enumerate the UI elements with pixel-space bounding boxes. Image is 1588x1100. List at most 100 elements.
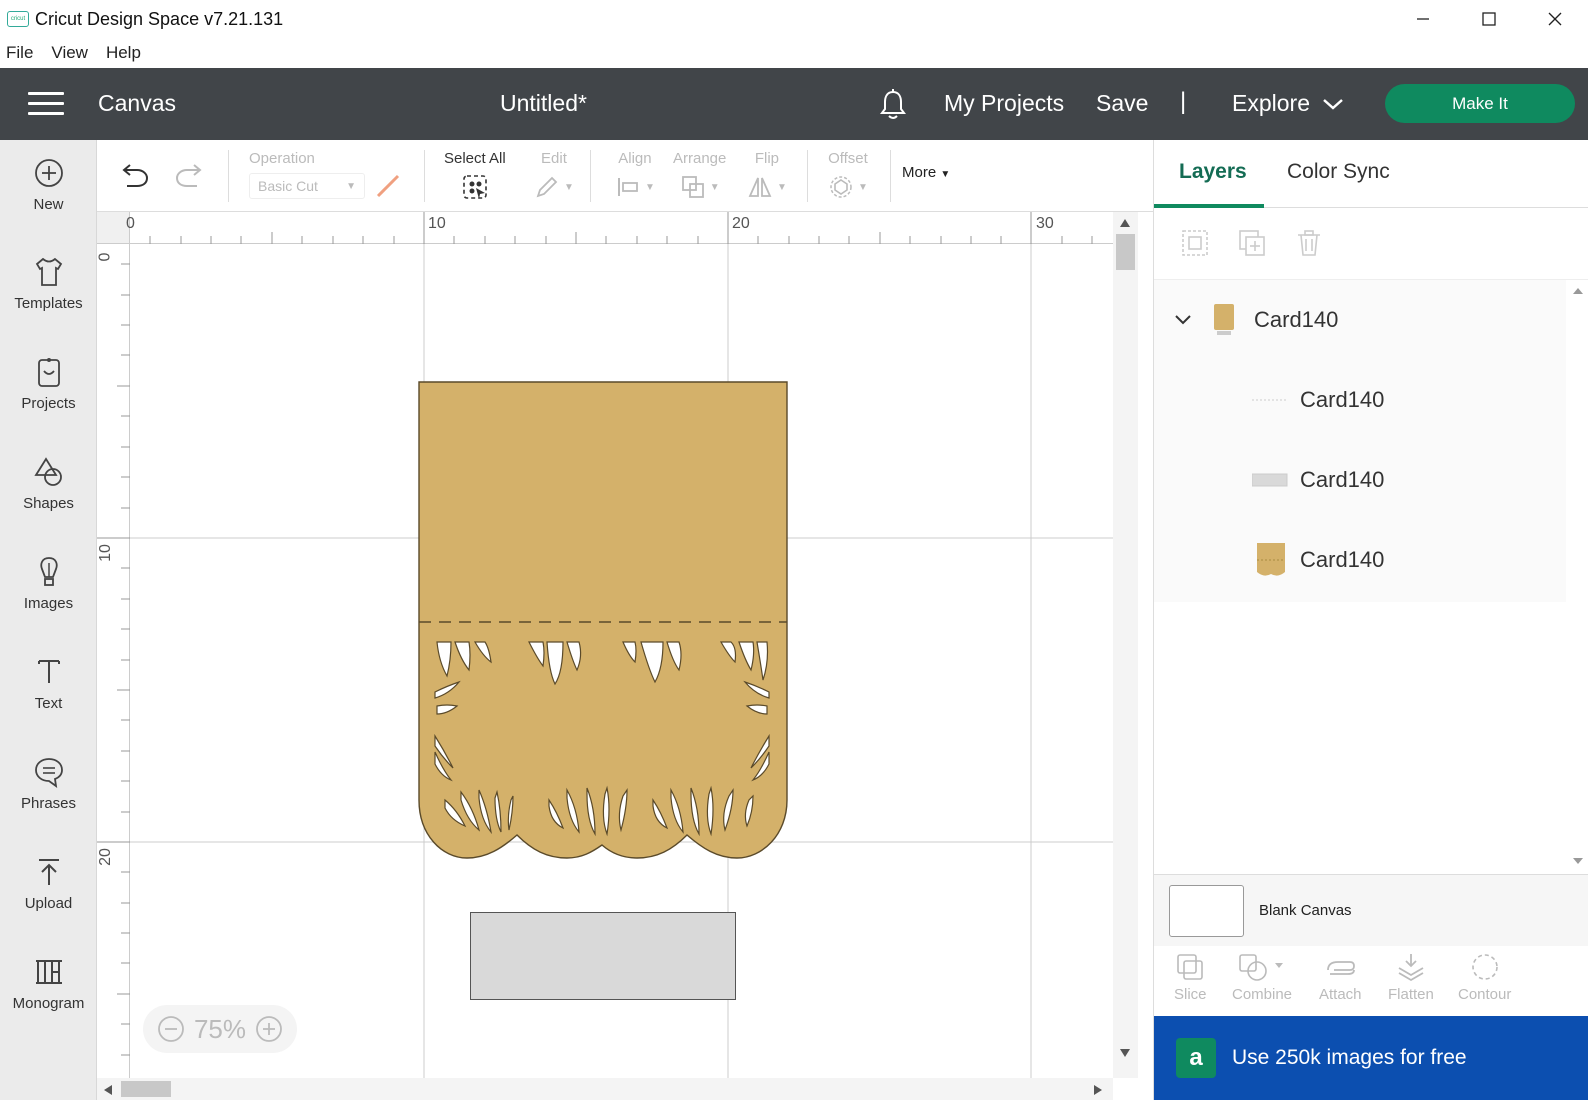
zoom-control: 75%	[143, 1005, 297, 1053]
horizontal-scrollbar[interactable]	[97, 1078, 1113, 1100]
sidebar-item-monogram[interactable]: Monogram	[0, 955, 97, 1045]
zoom-out-icon[interactable]	[157, 1015, 185, 1043]
sidebar-item-new[interactable]: New	[0, 156, 97, 246]
sidebar-label-phrases: Phrases	[20, 795, 77, 812]
header-separator: |	[1180, 88, 1187, 115]
my-projects-link[interactable]: My Projects	[944, 90, 1064, 117]
arrange-group[interactable]: Arrange ▼	[673, 150, 726, 201]
layer-name: Card140	[1300, 387, 1385, 412]
ruler-top: 0 10 20 30	[126, 212, 1115, 244]
toolbar-divider	[424, 150, 425, 202]
scroll-right-icon[interactable]	[1093, 1084, 1103, 1096]
layers-scrollbar[interactable]	[1566, 280, 1588, 874]
chevron-down-icon	[1323, 98, 1343, 110]
upload-icon	[38, 859, 59, 885]
layer-row[interactable]: Card140	[1154, 440, 1566, 520]
chevron-down-icon[interactable]	[1174, 314, 1192, 326]
edit-group[interactable]: Edit ▼	[534, 150, 574, 201]
make-it-button[interactable]: Make It	[1385, 84, 1575, 123]
contour-button[interactable]: Contour	[1458, 952, 1511, 1003]
menu-help[interactable]: Help	[106, 43, 141, 63]
operation-select[interactable]: Basic Cut ▼	[249, 173, 365, 199]
select-all-group[interactable]: Select All	[444, 150, 506, 201]
combine-button[interactable]: Combine	[1232, 952, 1292, 1003]
sidebar-item-projects[interactable]: Projects	[0, 355, 97, 445]
ruler-left-ticks	[97, 263, 130, 1056]
menu-view[interactable]: View	[51, 43, 88, 63]
zoom-level: 75%	[193, 1013, 247, 1044]
close-button[interactable]	[1522, 0, 1588, 38]
design-canvas[interactable]: 0 10 20 30 0 10 20 75%	[97, 212, 1138, 1100]
align-group[interactable]: Align ▼	[615, 150, 655, 201]
sidebar-item-text[interactable]: Text	[0, 655, 97, 745]
sidebar-label-shapes: Shapes	[23, 495, 74, 512]
group-icon[interactable]	[1180, 228, 1210, 258]
panel-tabs: Layers Color Sync	[1154, 140, 1588, 208]
trash-icon[interactable]	[1294, 228, 1324, 258]
promo-text: Use 250k images for free	[1232, 1046, 1467, 1069]
ruler-top-label: 10	[428, 215, 446, 232]
ruler-left-label: 10	[97, 544, 114, 562]
more-label: More	[902, 164, 937, 181]
plus-circle-icon	[34, 159, 63, 187]
menu-file[interactable]: File	[6, 43, 33, 63]
sidebar-item-phrases[interactable]: Phrases	[0, 755, 97, 845]
right-panel: Layers Color Sync Card140 Card140 Card14…	[1153, 140, 1588, 1100]
align-label: Align	[618, 150, 652, 167]
tshirt-icon	[35, 257, 62, 286]
maximize-button[interactable]	[1456, 0, 1522, 38]
sidebar-item-shapes[interactable]: Shapes	[0, 455, 97, 545]
save-link[interactable]: Save	[1096, 90, 1148, 117]
layer-group-row[interactable]: Card140	[1154, 280, 1566, 360]
scroll-down-icon[interactable]	[1572, 856, 1584, 866]
scroll-up-icon[interactable]	[1119, 218, 1131, 228]
sidebar-label-templates: Templates	[14, 295, 83, 312]
undo-icon[interactable]	[119, 162, 151, 190]
ruler-top-label: 20	[732, 215, 750, 232]
explore-label: Explore	[1232, 90, 1310, 116]
tab-layers[interactable]: Layers	[1179, 160, 1247, 184]
card-design[interactable]	[417, 380, 789, 870]
promo-badge-icon: a	[1176, 1038, 1216, 1078]
bottom-tools: Slice Combine Attach Flatten Contour	[1154, 946, 1588, 1016]
flip-group[interactable]: Flip ▼	[747, 150, 787, 201]
zoom-in-icon[interactable]	[255, 1015, 283, 1043]
toolbar-divider	[590, 150, 591, 202]
redo-icon[interactable]	[173, 162, 205, 190]
sidebar-item-templates[interactable]: Templates	[0, 255, 97, 345]
duplicate-icon[interactable]	[1237, 228, 1267, 258]
more-dropdown[interactable]: More ▼	[902, 164, 950, 181]
slice-button[interactable]: Slice	[1174, 952, 1207, 1003]
sidebar-item-images[interactable]: Images	[0, 555, 97, 645]
tab-color-sync[interactable]: Color Sync	[1287, 160, 1390, 184]
toolbar-divider	[807, 150, 808, 202]
pen-color-icon[interactable]	[375, 173, 401, 199]
scroll-left-icon[interactable]	[103, 1084, 113, 1096]
layer-row[interactable]: Card140	[1154, 520, 1566, 600]
card-shape[interactable]	[418, 381, 788, 859]
arrange-label: Arrange	[673, 150, 727, 167]
scroll-up-icon[interactable]	[1572, 286, 1584, 296]
blank-canvas-swatch[interactable]	[1169, 884, 1244, 937]
ruler-left-label: 0	[97, 252, 114, 262]
slice-label: Slice	[1174, 986, 1207, 1003]
horizontal-scroll-thumb[interactable]	[121, 1081, 171, 1097]
projects-icon	[37, 358, 60, 387]
vertical-scroll-thumb[interactable]	[1116, 234, 1135, 270]
sidebar-item-upload[interactable]: Upload	[0, 855, 97, 945]
gray-rectangle[interactable]	[470, 912, 736, 1000]
hamburger-menu-icon[interactable]	[28, 92, 64, 116]
notification-bell-icon[interactable]	[877, 88, 909, 122]
scroll-down-icon[interactable]	[1119, 1048, 1131, 1058]
flatten-button[interactable]: Flatten	[1388, 952, 1434, 1003]
layer-row[interactable]: Card140	[1154, 360, 1566, 440]
attach-button[interactable]: Attach	[1319, 952, 1362, 1003]
blank-canvas-row[interactable]: Blank Canvas	[1154, 874, 1588, 946]
minimize-button[interactable]	[1390, 0, 1456, 38]
vertical-scrollbar[interactable]	[1113, 212, 1138, 1078]
offset-group[interactable]: Offset ▼	[828, 150, 868, 201]
promo-banner[interactable]: a Use 250k images for free	[1154, 1016, 1588, 1100]
arrange-icon	[681, 176, 704, 198]
caret-down-icon: ▼	[777, 181, 787, 193]
explore-dropdown[interactable]: Explore	[1232, 90, 1344, 117]
